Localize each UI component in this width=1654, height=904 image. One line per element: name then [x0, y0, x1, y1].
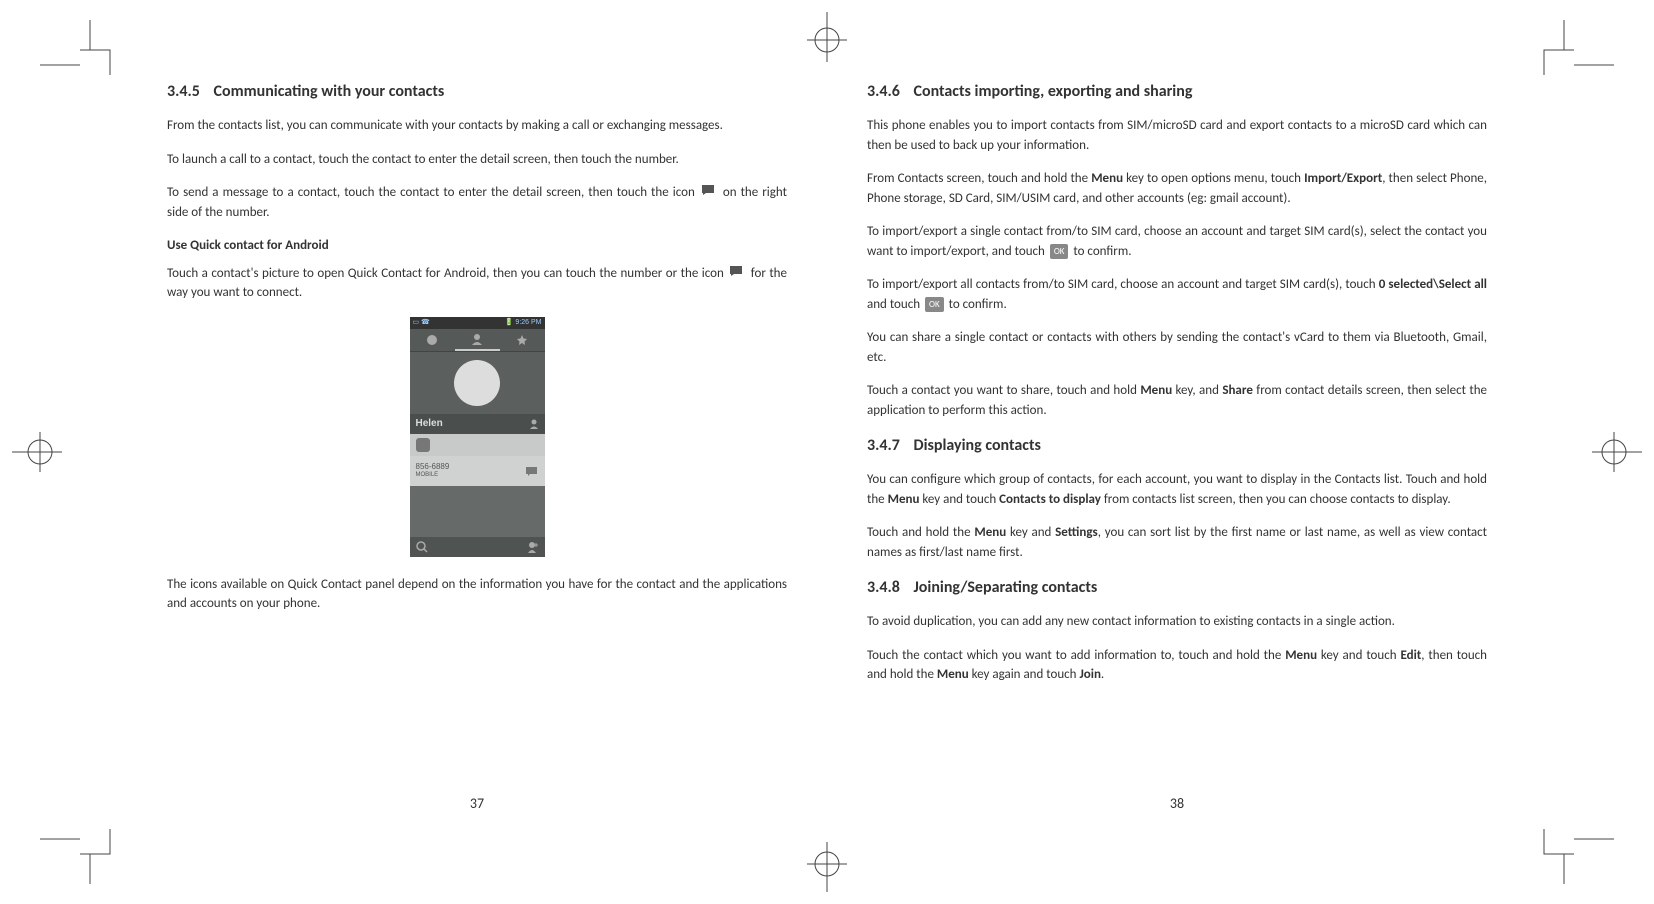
phone-number: 856-6889	[416, 463, 450, 472]
page-number-right: 38	[867, 793, 1487, 814]
tab-contact	[455, 329, 500, 351]
p-import-all: To import/export all contacts from/to SI…	[867, 275, 1487, 314]
p-join-intro: To avoid duplication, you can add any ne…	[867, 612, 1487, 632]
message-icon	[701, 183, 717, 203]
phone-type: MOBILE	[416, 472, 450, 479]
crop-mark-br	[1534, 824, 1614, 884]
page-number-left: 37	[167, 793, 787, 814]
heading-345: 3.4.5 Communicating with your contacts	[167, 80, 787, 104]
p-display-config: You can configure which group of contact…	[867, 470, 1487, 509]
phone-number-row: 856-6889 MOBILE	[410, 456, 545, 486]
subhead-quick-contact: Use Quick contact for Android	[167, 236, 787, 256]
ok-badge: OK	[925, 297, 944, 313]
heading-text: Communicating with your contacts	[214, 82, 445, 101]
heading-num: 3.4.5	[167, 82, 200, 101]
center-mark-left	[12, 422, 62, 482]
phone-bottom-bar	[410, 537, 545, 557]
page-left: 3.4.5 Communicating with your contacts F…	[167, 80, 787, 699]
crop-mark-tr	[1534, 20, 1614, 80]
p-launch-call: To launch a call to a contact, touch the…	[167, 150, 787, 170]
contact-avatar	[410, 352, 545, 414]
contact-name-row: Helen	[410, 414, 545, 434]
status-left-icons: ▭ ☎	[413, 318, 430, 329]
heading-348: 3.4.8 Joining/Separating contacts	[867, 576, 1487, 600]
p-import-intro: This phone enables you to import contact…	[867, 116, 1487, 155]
message-icon	[729, 264, 745, 284]
edit-contact-icon	[529, 419, 539, 429]
p-quick-contact: Touch a contact's picture to open Quick …	[167, 264, 787, 303]
p-import-menu: From Contacts screen, touch and hold the…	[867, 169, 1487, 208]
p-send-message: To send a message to a contact, touch th…	[167, 183, 787, 222]
p-join-action: Touch the contact which you want to add …	[867, 646, 1487, 685]
p-icons-depend: The icons available on Quick Contact pan…	[167, 575, 787, 614]
center-mark-top	[797, 12, 857, 62]
status-time: 🔋 9:26 PM	[505, 318, 542, 329]
heading-346: 3.4.6 Contacts importing, exporting and …	[867, 80, 1487, 104]
heading-347: 3.4.7 Displaying contacts	[867, 434, 1487, 458]
crop-mark-tl	[40, 20, 120, 80]
p-import-single: To import/export a single contact from/t…	[867, 222, 1487, 261]
ok-badge: OK	[1050, 244, 1069, 260]
phone-status-bar: ▭ ☎ 🔋 9:26 PM	[410, 317, 545, 329]
dial-action-row	[410, 434, 545, 456]
phone-tabs	[410, 329, 545, 352]
center-mark-right	[1592, 422, 1642, 482]
message-icon	[525, 466, 539, 476]
add-contact-icon	[527, 541, 539, 553]
p-share-vcard: You can share a single contact or contac…	[867, 328, 1487, 367]
p-share-action: Touch a contact you want to share, touch…	[867, 381, 1487, 420]
phone-screenshot: ▭ ☎ 🔋 9:26 PM Helen	[410, 317, 545, 557]
tab-favorites	[500, 329, 545, 351]
crop-mark-bl	[40, 824, 120, 884]
dial-icon	[416, 438, 430, 452]
search-icon	[416, 541, 428, 553]
tab-dialer	[410, 329, 455, 351]
p-display-settings: Touch and hold the Menu key and Settings…	[867, 523, 1487, 562]
center-mark-bottom	[797, 842, 857, 892]
page-right: 3.4.6 Contacts importing, exporting and …	[867, 80, 1487, 699]
contact-name: Helen	[416, 416, 443, 431]
p-communicate: From the contacts list, you can communic…	[167, 116, 787, 136]
